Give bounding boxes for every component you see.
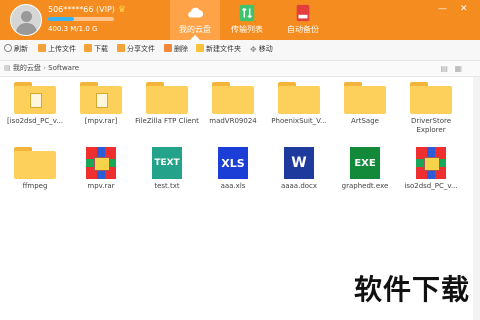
quota-fill <box>48 17 75 21</box>
address-bar: ▤ 我的云盘 › Software ▤ ▦ <box>0 61 480 77</box>
file-name: [iso2dsd_PC_v... <box>7 117 63 125</box>
exe-file-icon: EXE <box>350 147 380 179</box>
file-name: FileZilla FTP Client <box>135 117 199 125</box>
username-label: 506*****66 (VIP) ♛ <box>48 5 126 15</box>
upload-icon <box>38 44 46 52</box>
share-icon <box>117 44 125 52</box>
refresh-label: 刷新 <box>14 45 28 53</box>
delete-button[interactable]: 删除 <box>164 44 188 54</box>
folder-icon <box>212 82 254 114</box>
archive-icon <box>416 147 446 179</box>
download-button[interactable]: 下载 <box>84 44 108 54</box>
folder-icon <box>14 147 56 179</box>
breadcrumb-current: Software <box>48 64 79 72</box>
file-name: test.txt <box>154 182 180 190</box>
file-item[interactable]: [mpv.rar] <box>68 82 134 126</box>
file-badge: W <box>291 155 307 171</box>
breadcrumb-root[interactable]: 我的云盘 <box>13 64 41 72</box>
file-item[interactable]: DriverStore Explorer <box>398 82 464 135</box>
share-button[interactable]: 分享文件 <box>117 44 155 54</box>
tab-my-cloud[interactable]: 我的云盘 <box>170 0 220 40</box>
file-item[interactable]: madVR09024 <box>200 82 266 126</box>
file-name: DriverStore Explorer <box>410 117 452 134</box>
folder-icon <box>14 82 56 114</box>
download-label: 下载 <box>94 45 108 53</box>
file-badge: EXE <box>354 157 376 169</box>
archive-icon <box>86 147 116 179</box>
file-badge: XLS <box>221 156 245 170</box>
refresh-icon <box>4 44 12 52</box>
upload-label: 上传文件 <box>48 45 76 53</box>
file-name: ArtSage <box>351 117 379 125</box>
list-view-icon[interactable]: ▤ <box>440 64 448 73</box>
crown-icon: ♛ <box>117 5 126 15</box>
folder-icon <box>278 82 320 114</box>
download-icon <box>84 44 92 52</box>
app-header: 506*****66 (VIP) ♛ 400.3 M/1.0 G 我的云盘 传输列… <box>0 0 480 40</box>
file-item[interactable]: iso2dsd_PC_v... <box>398 147 464 191</box>
file-name: ffmpeg <box>22 182 48 190</box>
file-item[interactable]: FileZilla FTP Client <box>134 82 200 126</box>
xls-file-icon: XLS <box>218 147 248 179</box>
new-folder-label: 新建文件夹 <box>206 45 241 53</box>
file-name: aaaa.docx <box>280 182 318 190</box>
tab-transfer-list[interactable]: 传输列表 <box>222 0 272 40</box>
file-name: iso2dsd_PC_v... <box>404 182 458 190</box>
delete-label: 删除 <box>174 45 188 53</box>
avatar[interactable] <box>10 4 42 36</box>
file-name: PhoenixSuit_V... <box>271 117 327 125</box>
file-item[interactable]: mpv.rar <box>68 147 134 191</box>
folder-icon <box>344 82 386 114</box>
refresh-button[interactable]: 刷新 <box>4 44 28 54</box>
file-item[interactable]: ArtSage <box>332 82 398 126</box>
backup-icon <box>296 4 310 22</box>
tab-label: 自动备份 <box>287 25 319 34</box>
scrollbar[interactable] <box>473 77 480 320</box>
file-item[interactable]: Waaaa.docx <box>266 147 332 191</box>
file-name: graphedt.exe <box>341 182 389 190</box>
new-folder-icon <box>196 44 204 52</box>
view-toggle: ▤ ▦ <box>440 64 462 73</box>
transfer-icon <box>239 4 255 22</box>
share-label: 分享文件 <box>127 45 155 53</box>
delete-icon <box>164 44 172 52</box>
minimize-icon[interactable]: — <box>438 4 447 14</box>
move-icon: ✥ <box>250 45 257 54</box>
username-text: 506*****66 (VIP) <box>48 5 115 14</box>
folder-icon <box>80 82 122 114</box>
upload-button[interactable]: 上传文件 <box>38 44 76 54</box>
toolbar: 刷新 上传文件 下载 分享文件 删除 新建文件夹 ✥ 移动 <box>0 40 480 61</box>
file-item[interactable]: XLS aaa.xls <box>200 147 266 191</box>
cloud-icon <box>188 7 204 18</box>
file-item[interactable]: [iso2dsd_PC_v... <box>2 82 68 126</box>
watermark: 软件下载 <box>353 273 470 306</box>
quota-bar <box>48 17 114 21</box>
close-icon[interactable]: ✕ <box>460 4 468 14</box>
file-name: mpv.rar <box>87 182 115 190</box>
tab-label: 传输列表 <box>231 25 263 34</box>
new-folder-button[interactable]: 新建文件夹 <box>196 44 241 54</box>
docx-file-icon: W <box>284 147 314 179</box>
file-badge: TEXT <box>154 158 180 168</box>
file-item[interactable]: TEXT test.txt <box>134 147 200 191</box>
file-item[interactable]: PhoenixSuit_V... <box>266 82 332 126</box>
file-name: [mpv.rar] <box>84 117 118 125</box>
tab-auto-backup[interactable]: 自动备份 <box>276 0 330 40</box>
file-name: madVR09024 <box>209 117 257 125</box>
file-item[interactable]: EXE graphedt.exe <box>332 147 398 191</box>
grid-view-icon[interactable]: ▦ <box>454 64 462 73</box>
tab-label: 我的云盘 <box>179 25 211 34</box>
file-item[interactable]: ffmpeg <box>2 147 68 191</box>
folder-icon: ▤ <box>4 64 11 72</box>
folder-icon <box>410 82 452 114</box>
move-button[interactable]: ✥ 移动 <box>250 44 273 54</box>
txt-file-icon: TEXT <box>152 147 182 179</box>
breadcrumb: ▤ 我的云盘 › Software <box>4 64 79 72</box>
folder-icon <box>146 82 188 114</box>
quota-text: 400.3 M/1.0 G <box>48 25 98 33</box>
move-label: 移动 <box>258 45 273 53</box>
file-name: aaa.xls <box>220 182 246 190</box>
